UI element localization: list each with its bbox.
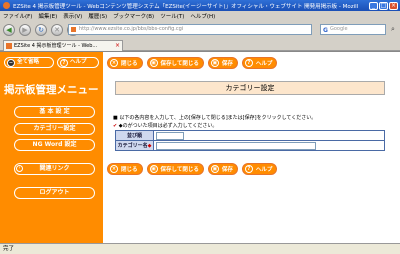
sort-order-cell [153,130,385,141]
close-icon: × [110,165,118,173]
minimize-button[interactable]: _ [369,1,378,10]
window-title: EZSite 4 掲示板管理ツール - Webコンテンツ管理システム「EZSit… [13,3,359,10]
url-bar[interactable]: http://www.ezsite.co.jp/bbs/bbs-config.c… [68,24,312,35]
window-titlebar: EZSite 4 掲示板管理ツール - Webコンテンツ管理システム「EZSit… [0,0,400,11]
sidebar-item-basic-settings[interactable]: 基 本 設 定 [14,106,95,118]
close-button-bottom[interactable]: × 閉じる [107,163,143,175]
category-name-cell [153,140,385,151]
save-close-button-bottom[interactable]: ▣ 保存して閉じる [146,163,204,175]
help-label: ヘルプ [255,61,273,67]
search-icon[interactable]: ⌕ [388,24,398,35]
status-bar: 完了 [0,243,400,254]
sidebar-item-logout[interactable]: ログアウト [14,187,95,199]
reload-icon[interactable]: ↻ [35,24,47,36]
navigation-toolbar: ◀ ▶ ↻ ✕ ⌂ http://www.ezsite.co.jp/bbs/bb… [0,21,400,39]
page-content: − 全て省略 ? ヘルプ 掲示板管理メニュー 基 本 設 定 カテゴリー設定 N… [0,51,400,244]
close-button[interactable]: × 閉じる [107,57,143,69]
sidebar-help-button[interactable]: ? ヘルプ [57,57,99,68]
menu-file[interactable]: ファイル(F) [3,12,32,20]
menu-bookmarks[interactable]: ブックマーク(B) [113,12,154,20]
tab-favicon [6,43,12,49]
sidebar: − 全て省略 ? ヘルプ 掲示板管理メニュー 基 本 設 定 カテゴリー設定 N… [0,52,103,244]
category-name-input[interactable] [156,141,316,150]
sidebar-help-label: ヘルプ [70,59,87,65]
menu-bar: ファイル(F) 編集(E) 表示(V) 履歴(S) ブックマーク(B) ツール(… [0,11,400,21]
info-text-1: ■ 以下の各内容を入力して、上の[保存して閉じる]または[保存]をクリックしてく… [113,115,317,121]
url-text: http://www.ezsite.co.jp/bbs/bbs-config.c… [79,26,184,32]
save-close-icon: ▣ [149,165,158,173]
close-label: 閉じる [121,167,138,173]
minus-icon: − [7,58,15,67]
collapse-all-button[interactable]: − 全て省略 [4,57,54,68]
main-panel: × 閉じる ▣ 保存して閉じる ▣ 保存 ? ヘルプ カテゴリー設定 ■ 以下の… [103,52,400,244]
help-icon: ? [244,59,253,67]
status-text: 完了 [3,246,15,252]
help-label: ヘルプ [255,167,273,173]
category-name-label: カテゴリー名◆ [115,140,154,151]
menu-tools[interactable]: ツール(T) [160,12,184,20]
google-icon: G [323,27,328,34]
close-window-button[interactable]: × [389,1,398,10]
save-label: 保存 [221,167,233,173]
save-close-label: 保存して閉じる [160,61,199,67]
sidebar-title: 掲示板管理メニュー [4,84,99,96]
page-title: カテゴリー設定 [115,81,385,95]
save-close-button[interactable]: ▣ 保存して閉じる [146,57,204,69]
menu-edit[interactable]: 編集(E) [38,12,57,20]
menu-history[interactable]: 履歴(S) [88,12,107,20]
tab-close-icon[interactable]: × [115,41,120,51]
firefox-icon [3,2,10,9]
info-text-2: ✔ ◆のがついた項目は必ず入力してください。 [113,123,218,129]
site-icon [71,27,76,32]
sidebar-item-category-settings[interactable]: カテゴリー設定 [14,123,95,135]
close-icon: × [110,59,118,67]
save-button[interactable]: ▣ 保存 [207,57,238,69]
save-close-label: 保存して閉じる [160,167,199,173]
category-form-table: 並び順 カテゴリー名◆ [115,130,385,151]
sidebar-item-related-links[interactable]: 関連リンク [14,163,95,175]
save-close-icon: ▣ [149,59,158,67]
menu-help[interactable]: ヘルプ(H) [190,12,215,20]
help-button-bottom[interactable]: ? ヘルプ [241,163,278,175]
table-row: カテゴリー名◆ [115,140,385,151]
top-action-toolbar: × 閉じる ▣ 保存して閉じる ▣ 保存 ? ヘルプ [107,56,392,70]
help-icon: ? [244,165,253,173]
forward-icon[interactable]: ▶ [19,24,31,36]
back-icon[interactable]: ◀ [3,24,15,36]
help-button[interactable]: ? ヘルプ [241,57,278,69]
search-placeholder: Google [330,26,348,32]
save-icon: ▣ [210,59,219,67]
save-label: 保存 [221,61,233,67]
tab-label: EZSite 4 掲示板管理ツール - Web... [14,43,98,49]
stop-icon[interactable]: ✕ [51,24,63,36]
search-input[interactable]: G Google [320,24,386,35]
save-icon: ▣ [210,165,219,173]
menu-view[interactable]: 表示(V) [63,12,82,20]
save-button-bottom[interactable]: ▣ 保存 [207,163,238,175]
table-row: 並び順 [115,130,385,141]
sort-order-input[interactable] [156,131,184,140]
question-icon: ? [60,58,68,67]
sidebar-item-ngword-settings[interactable]: NG Word 設定 [14,139,95,151]
maximize-button[interactable]: □ [379,1,388,10]
close-label: 閉じる [121,61,138,67]
tab-active[interactable]: EZSite 4 掲示板管理ツール - Web... × [3,40,123,51]
collapse-all-label: 全て省略 [17,59,40,65]
sort-order-label: 並び順 [115,130,154,141]
bottom-action-toolbar: × 閉じる ▣ 保存して閉じる ▣ 保存 ? ヘルプ [107,162,392,176]
tab-bar: EZSite 4 掲示板管理ツール - Web... × [0,39,400,51]
